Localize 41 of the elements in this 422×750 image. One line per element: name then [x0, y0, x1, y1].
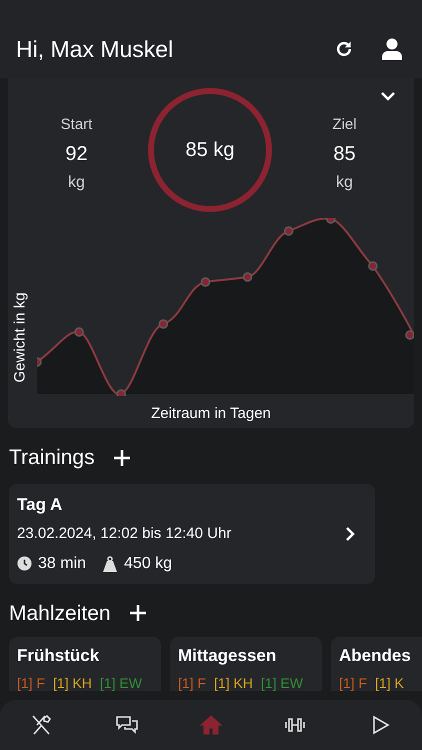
- meal-name: Mittagessen: [178, 645, 276, 667]
- goal-value: 85: [333, 142, 356, 166]
- meal-card[interactable]: Frühstück [1] F [1] KH [1] EW: [9, 637, 161, 691]
- meal-card[interactable]: Mittagessen [1] F [1] KH [1] EW: [170, 637, 322, 691]
- axis-title: Zeitraum in Tagen: [151, 404, 271, 424]
- home-icon: [198, 713, 224, 737]
- training-volume: 450 kg: [124, 554, 172, 574]
- goal-label: Ziel: [332, 115, 357, 135]
- macro-tag: [1] EW: [100, 672, 142, 694]
- macro-tag: [1] EW: [260, 672, 303, 694]
- training-duration: 38 min: [38, 554, 86, 574]
- chevron-down-icon: [380, 91, 396, 101]
- start-unit: kg: [68, 172, 85, 192]
- start-label: Start: [60, 115, 92, 135]
- macro-tag: [1] F: [339, 672, 368, 694]
- person-icon: [382, 38, 402, 60]
- current-weight: 85 kg: [186, 138, 234, 163]
- plus-icon: [128, 604, 147, 622]
- chat-icon: [114, 713, 140, 737]
- start-value: 92: [65, 142, 88, 166]
- macro-tag: [1] K: [375, 672, 404, 694]
- macro-tag: [1] KH: [214, 672, 253, 694]
- meal-name: Abendes: [339, 645, 411, 667]
- macro-tag: [1] F: [178, 672, 206, 694]
- training-name: Tag A: [17, 494, 64, 516]
- goal-unit: kg: [336, 172, 353, 192]
- weight-icon: [102, 556, 118, 572]
- training-time: 23.02.2024, 12:02 bis 12:40 Uhr: [17, 524, 232, 544]
- greeting-title: Hi, Max Muskel: [16, 34, 174, 64]
- meal-card[interactable]: Abendes [1] F [1] K: [331, 637, 422, 691]
- training-card[interactable]: Tag A 23.02.2024, 12:02 bis 12:40 Uhr 38 min 450 kg: [9, 484, 375, 584]
- macro-tag: [1] F: [17, 672, 46, 694]
- clock-icon: [17, 556, 32, 571]
- macro-tag: [1] KH: [53, 672, 92, 694]
- refresh-icon: [334, 39, 354, 59]
- axis-title: Gewicht in kg: [10, 292, 30, 382]
- section-title: Mahlzeiten: [9, 600, 111, 626]
- meal-name: Frühstück: [17, 645, 100, 667]
- chevron-right-icon: [345, 526, 355, 542]
- section-title: Trainings: [9, 445, 95, 471]
- plus-icon: [112, 448, 131, 467]
